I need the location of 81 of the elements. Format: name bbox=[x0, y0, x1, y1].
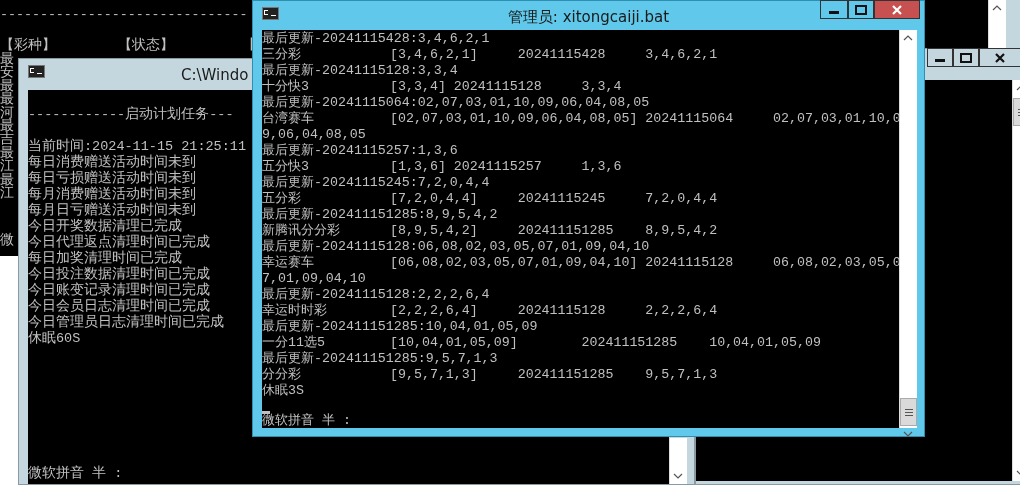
draw-record: [9,5,7,1,3] 202411151285 9,5,7,1,3 bbox=[390, 367, 718, 383]
text-cursor bbox=[262, 411, 270, 414]
ime-status: 微软拼音 半 : bbox=[262, 414, 351, 428]
console-line: 最后更新-20241115064:02,07,03,01,10,09,06,04,08,05 bbox=[262, 95, 650, 111]
console-line: 每月消费赠送活动时间未到 bbox=[28, 187, 196, 202]
console-line: 最后更新-20241115245:7,2,0,4,4 bbox=[262, 175, 490, 191]
console-line: 今日开奖数据清理已完成 bbox=[28, 219, 182, 234]
ime-status: 微软拼音 半 : bbox=[28, 466, 123, 482]
minimize-icon bbox=[935, 59, 945, 62]
draw-record: [7,2,0,4,4] 20241115245 7,2,0,4,4 bbox=[390, 191, 718, 207]
draw-record: [06,08,02,03,05,07,01,09,04,10] 20241115128 06,08,02,03,05,0 bbox=[390, 255, 899, 271]
lottery-name: 幸运时时彩 bbox=[262, 303, 327, 319]
maximize-icon bbox=[960, 52, 972, 63]
grip-icon bbox=[904, 408, 913, 416]
window-border bbox=[1006, 0, 1020, 48]
console-line: 7,01,09,04,10 bbox=[262, 271, 366, 287]
console-line: 9,06,04,08,05 bbox=[262, 127, 366, 143]
minimize-button[interactable] bbox=[927, 48, 953, 67]
draw-record: [10,04,01,05,09] 202411151285 10,04,01,05,09 bbox=[390, 335, 821, 351]
console-line: 江 bbox=[0, 186, 14, 201]
maximize-button[interactable] bbox=[953, 48, 979, 67]
lottery-name: 一分11选5 bbox=[262, 335, 325, 351]
console-line: 每日亏损赠送活动时间未到 bbox=[28, 171, 196, 186]
console-icon bbox=[262, 7, 279, 20]
console-line: 安 bbox=[0, 66, 14, 80]
console-line: ------------启动计划任务--- bbox=[28, 107, 234, 123]
console-line: 每日加奖清理时间已完成 bbox=[28, 251, 182, 266]
column-header: 【彩种】 bbox=[0, 37, 56, 53]
console-line: 最后更新-202411151285:9,5,7,1,3 bbox=[262, 351, 498, 367]
lottery-name: 分分彩 bbox=[262, 367, 301, 383]
close-icon bbox=[891, 4, 903, 15]
lottery-name: 五分彩 bbox=[262, 191, 301, 207]
draw-record: [02,07,03,01,10,09,06,04,08,05] 20241115064 02,07,03,01,10,0 bbox=[390, 111, 899, 127]
console-line: 最 bbox=[0, 173, 14, 187]
console-line: 休眠3S bbox=[262, 383, 304, 399]
console-line: 休眠60S bbox=[28, 331, 81, 347]
console-line: 今日代理返点清理时间已完成 bbox=[28, 235, 210, 250]
console-line: 每月日亏赠送活动时间未到 bbox=[28, 203, 196, 218]
lottery-name: 台湾赛车 bbox=[262, 111, 314, 127]
console-line: 最后更新-20241115128:06,08,02,03,05,07,01,09,04,10 bbox=[262, 239, 650, 255]
console-line: 最后更新-202411151285:10,04,01,05,09 bbox=[262, 319, 538, 335]
console-line: 今日会员日志清理时间已完成 bbox=[28, 299, 210, 314]
console-line: 最后更新-20241115128:3,3,4 bbox=[262, 63, 458, 79]
maximize-icon bbox=[855, 4, 867, 15]
console-icon bbox=[28, 65, 45, 78]
window-title: 管理员: xitongcaiji.bat bbox=[507, 8, 670, 27]
console-line: 今日账变记录清理时间已完成 bbox=[28, 283, 210, 298]
draw-record: [1,3,6] 20241115257 1,3,6 bbox=[390, 159, 622, 175]
draw-record: [3,4,6,2,1] 20241115428 3,4,6,2,1 bbox=[390, 47, 718, 63]
minimize-button[interactable] bbox=[820, 0, 848, 19]
console-line: 最后更新-20241115257:1,3,6 bbox=[262, 143, 458, 159]
maximize-button[interactable] bbox=[848, 0, 874, 19]
draw-record: [3,3,4] 20241115128 3,3,4 bbox=[390, 79, 622, 95]
column-header: 【状态】 bbox=[118, 37, 174, 53]
console-line: 最后更新-20241115128:2,2,2,6,4 bbox=[262, 287, 490, 303]
lottery-name: 三分彩 bbox=[262, 47, 301, 63]
console-line: ------------------------------- bbox=[0, 7, 248, 23]
scroll-thumb[interactable] bbox=[900, 398, 917, 426]
lottery-name: 五分快3 bbox=[262, 159, 309, 175]
console-line: 每日消费赠送活动时间未到 bbox=[28, 155, 196, 170]
close-icon bbox=[994, 52, 1006, 63]
close-button[interactable] bbox=[874, 0, 920, 19]
console-line: 最后更新-202411151285:8,9,5,4,2 bbox=[262, 207, 498, 223]
console-line: 吉 bbox=[0, 133, 14, 147]
console-line: 今日管理员日志清理时间已完成 bbox=[28, 315, 224, 331]
close-button[interactable] bbox=[979, 48, 1020, 67]
console-line: 最 bbox=[0, 79, 14, 94]
draw-record: [8,9,5,4,2] 202411151285 8,9,5,4,2 bbox=[390, 223, 718, 239]
console-line: 今日投注数据清理时间已完成 bbox=[28, 267, 210, 282]
lottery-name: 幸运赛车 bbox=[262, 255, 314, 271]
minimize-icon bbox=[829, 11, 839, 14]
console-line: 当前时间:2024-11-15 21:25:11 bbox=[28, 139, 247, 154]
console-line: 江 bbox=[0, 160, 14, 174]
draw-record: [2,2,2,6,4] 20241115128 2,2,2,6,4 bbox=[390, 303, 718, 319]
window-title: C:\Windo bbox=[181, 66, 249, 84]
console-line: 最 bbox=[0, 93, 14, 107]
lottery-name: 十分快3 bbox=[262, 79, 309, 95]
lottery-name: 新腾讯分分彩 bbox=[262, 223, 340, 239]
console-line: 河 bbox=[0, 106, 14, 120]
console-line: 最后更新-20241115428:3,4,6,2,1 bbox=[262, 31, 490, 47]
console-line: 微 bbox=[0, 234, 14, 248]
